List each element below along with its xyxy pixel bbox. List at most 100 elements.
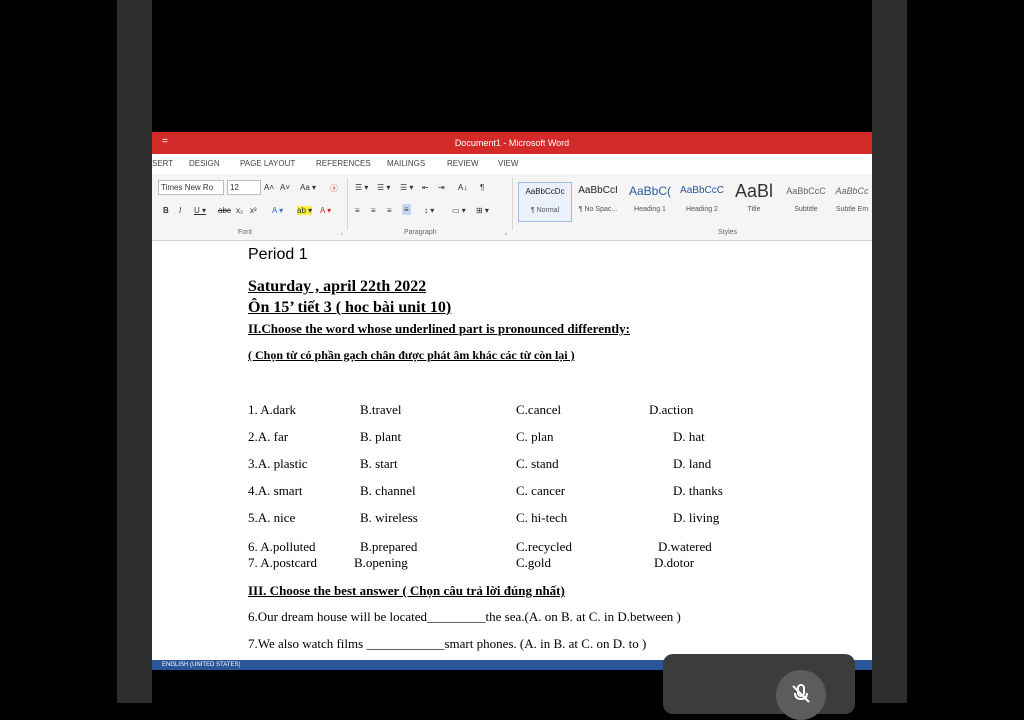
- justify-button[interactable]: ≡: [402, 204, 411, 215]
- title-bar: = Document1 - Microsoft Word: [152, 132, 872, 154]
- q3-option-d: D. land: [673, 456, 712, 471]
- style-preview: AaBbCcI: [578, 185, 618, 196]
- superscript-button[interactable]: x²: [250, 206, 257, 215]
- left-frame-bar: [117, 0, 152, 703]
- style-title[interactable]: AaBl Title: [728, 182, 780, 220]
- increase-indent-button[interactable]: ⇥: [438, 183, 445, 192]
- subscript-button[interactable]: x₂: [236, 206, 243, 215]
- bold-button[interactable]: B: [163, 206, 169, 215]
- q3-option-b: B. start: [360, 456, 398, 471]
- style-subtitle[interactable]: AaBbCcC Subtitle: [780, 182, 832, 220]
- ribbon-tabs: SERT DESIGN PAGE LAYOUT REFERENCES MAILI…: [152, 154, 872, 174]
- q4-option-b: B. channel: [360, 483, 416, 498]
- q2-option-a: 2.A. far: [248, 429, 289, 444]
- style-heading-1[interactable]: AaBbC( Heading 1: [624, 182, 676, 220]
- ribbon: Times New Ro 12 A˄ A˅ Aa ▾ ⓐ B I U ▾ abc…: [152, 174, 872, 241]
- bullets-button[interactable]: ☰ ▾: [355, 183, 368, 192]
- font-size-box[interactable]: 12: [227, 180, 261, 195]
- font-dialog-launcher-icon[interactable]: ⌟: [340, 229, 343, 236]
- grow-font-button[interactable]: A˄: [264, 183, 274, 192]
- align-center-button[interactable]: ≡: [371, 206, 376, 215]
- highlight-button[interactable]: ab ▾: [297, 206, 313, 215]
- q2-option-b: B. plant: [360, 429, 402, 444]
- q6-option-b: B.prepared: [360, 539, 418, 554]
- style-preview: AaBbC(: [628, 184, 672, 198]
- multilevel-list-button[interactable]: ☰ ▾: [400, 183, 413, 192]
- ribbon-separator: [512, 178, 513, 230]
- mic-off-icon: [792, 684, 810, 703]
- underline-button[interactable]: U ▾: [194, 206, 206, 215]
- question-6: 6.Our dream house will be located_______…: [248, 609, 681, 624]
- clear-format-button[interactable]: ⓐ: [330, 183, 338, 194]
- shading-button[interactable]: ▭ ▾: [452, 206, 466, 215]
- style-subtle-emphasis[interactable]: AaBbCc Subtle Em: [832, 182, 872, 220]
- tab-insert[interactable]: SERT: [152, 159, 173, 168]
- q5-option-d: D. living: [673, 510, 720, 525]
- q4-option-a: 4.A. smart: [248, 483, 303, 498]
- shrink-font-button[interactable]: A˅: [280, 183, 290, 192]
- align-left-button[interactable]: ≡: [355, 206, 360, 215]
- tab-page-layout[interactable]: PAGE LAYOUT: [240, 159, 295, 168]
- q7-option-a: 7. A.postcard: [248, 555, 317, 570]
- q6-option-d: D.watered: [658, 539, 712, 554]
- word-window: = Document1 - Microsoft Word SERT DESIGN…: [152, 132, 872, 670]
- line-spacing-button[interactable]: ↕ ▾: [424, 206, 434, 215]
- font-name-box[interactable]: Times New Ro: [158, 180, 224, 195]
- font-group-label: Font: [238, 229, 253, 236]
- question-7: 7.We also watch films ____________smart …: [248, 636, 647, 651]
- ribbon-separator: [347, 178, 348, 230]
- mic-toggle-button[interactable]: [776, 670, 826, 720]
- sort-button[interactable]: A↓: [458, 183, 467, 192]
- change-case-button[interactable]: Aa ▾: [300, 183, 316, 192]
- numbering-button[interactable]: ☰ ▾: [377, 183, 390, 192]
- borders-button[interactable]: ⊞ ▾: [476, 206, 489, 215]
- q1-option-d: D.action: [649, 402, 694, 417]
- q2-option-d: D. hat: [673, 429, 705, 444]
- style-preview: AaBl: [734, 181, 774, 201]
- decrease-indent-button[interactable]: ⇤: [422, 183, 429, 192]
- right-frame-bar: [872, 0, 907, 703]
- tab-design[interactable]: DESIGN: [189, 159, 220, 168]
- period-heading: Period 1: [248, 246, 308, 263]
- style-heading-2[interactable]: AaBbCcC Heading 2: [676, 182, 728, 220]
- style-normal[interactable]: AaBbCcDc ¶ Normal: [518, 182, 572, 222]
- paragraph-dialog-launcher-icon[interactable]: ⌟: [504, 229, 507, 236]
- section-2-instruction: ( Chọn từ có phần gạch chân được phát âm…: [248, 348, 575, 362]
- tab-review[interactable]: REVIEW: [447, 159, 479, 168]
- document-page[interactable]: Period 1 Saturday , april 22th 2022 Ôn 1…: [152, 241, 872, 660]
- style-name: Heading 1: [634, 206, 666, 213]
- paragraph-group-label: Paragraph: [404, 229, 437, 236]
- tab-mailings[interactable]: MAILINGS: [387, 159, 425, 168]
- strikethrough-button[interactable]: abc: [218, 206, 231, 215]
- style-name: Subtitle: [794, 206, 818, 213]
- lesson-subtitle: Ôn 15’ tiết 3 ( hoc bài unit 10): [248, 299, 452, 316]
- date-heading: Saturday , april 22th 2022: [248, 278, 427, 295]
- styles-group-label: Styles: [718, 229, 738, 236]
- language-indicator[interactable]: ENGLISH (UNITED STATES): [162, 662, 240, 668]
- q1-option-b: B.travel: [360, 402, 402, 417]
- text-effects-button[interactable]: A ▾: [272, 206, 283, 215]
- style-preview: AaBbCc: [835, 186, 869, 196]
- italic-button[interactable]: I: [179, 206, 181, 215]
- tab-view[interactable]: VIEW: [498, 159, 518, 168]
- q7-option-d: D.dotor: [654, 555, 695, 570]
- q1-option-c: C.cancel: [516, 402, 562, 417]
- font-color-button[interactable]: A ▾: [320, 206, 331, 215]
- style-name: ¶ No Spac...: [578, 206, 618, 213]
- style-name: Heading 2: [686, 206, 718, 213]
- q3-option-c: C. stand: [516, 456, 559, 471]
- call-overlay-panel: [663, 654, 855, 714]
- style-no-spacing[interactable]: AaBbCcI ¶ No Spac...: [572, 182, 624, 220]
- q2-option-c: C. plan: [516, 429, 554, 444]
- style-preview: AaBbCcC: [786, 186, 826, 196]
- align-right-button[interactable]: ≡: [387, 206, 392, 215]
- section-2-heading: II.Choose the word whose underlined part…: [248, 321, 630, 336]
- q4-option-d: D. thanks: [673, 483, 723, 498]
- show-marks-button[interactable]: ¶: [480, 183, 484, 192]
- q5-option-c: C. hi-tech: [516, 510, 568, 525]
- style-preview: AaBbCcDc: [525, 187, 565, 196]
- q4-option-c: C. cancer: [516, 483, 566, 498]
- q6-option-a: 6. A.polluted: [248, 539, 316, 554]
- tab-references[interactable]: REFERENCES: [316, 159, 371, 168]
- q5-option-a: 5.A. nice: [248, 510, 296, 525]
